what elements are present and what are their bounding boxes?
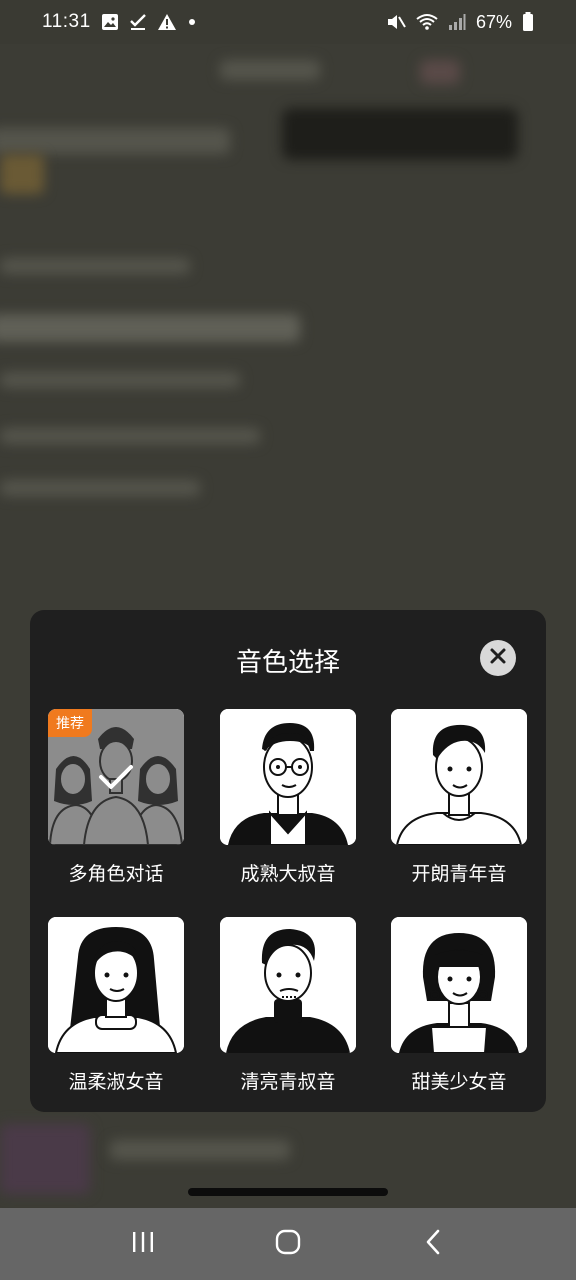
wifi-icon	[416, 13, 438, 31]
warning-icon	[157, 13, 177, 31]
status-left: 11:31	[42, 11, 197, 33]
man-glasses-avatar-illustration	[220, 709, 356, 845]
recommend-badge: 推荐	[48, 709, 92, 737]
background-blur-thumb	[0, 1124, 90, 1194]
close-button[interactable]	[480, 640, 516, 676]
navigation-bar	[0, 1208, 576, 1280]
long-hair-woman-avatar-illustration	[48, 917, 184, 1053]
voice-option-mature-uncle[interactable]: 成熟大叔音	[220, 709, 356, 886]
voice-thumb	[391, 709, 527, 845]
background-blur-line	[0, 428, 260, 444]
home-button[interactable]	[258, 1219, 318, 1269]
voice-option-bright-uncle[interactable]: 清亮青叔音	[220, 917, 356, 1094]
dot-icon	[187, 17, 197, 27]
voice-option-gentle-lady[interactable]: 温柔淑女音	[48, 917, 184, 1094]
voice-option-sweet-girl[interactable]: 甜美少女音	[391, 917, 527, 1094]
voice-label: 成熟大叔音	[240, 863, 336, 885]
home-indicator[interactable]	[188, 1188, 388, 1196]
battery-icon	[522, 12, 534, 32]
status-right: 67%	[386, 12, 534, 33]
voice-option-cheerful-youth[interactable]: 开朗青年音	[391, 709, 527, 886]
voice-option-multi-role[interactable]: 推荐 多角色对话	[48, 709, 184, 886]
recent-apps-button[interactable]	[113, 1219, 173, 1269]
recent-apps-icon	[130, 1230, 156, 1258]
voice-thumb	[220, 917, 356, 1053]
background-blur-line	[0, 480, 200, 496]
image-icon	[101, 13, 119, 31]
signal-icon	[448, 13, 466, 31]
close-icon	[489, 647, 507, 669]
background-blur-icon	[420, 60, 460, 84]
status-bar: 11:31 67%	[0, 0, 576, 44]
status-time: 11:31	[42, 11, 91, 32]
back-icon	[423, 1228, 443, 1260]
background-blur-text	[220, 60, 320, 80]
background-blur-button	[282, 108, 518, 160]
voice-label: 甜美少女音	[411, 1071, 507, 1093]
voice-label: 清亮青叔音	[240, 1071, 336, 1093]
young-man-avatar-illustration	[391, 709, 527, 845]
bob-hair-girl-avatar-illustration	[391, 917, 527, 1053]
background-blur-title	[0, 128, 230, 154]
back-button[interactable]	[403, 1219, 463, 1269]
background-blur-line	[0, 258, 190, 274]
dialog-title: 音色选择	[235, 648, 340, 678]
man-turtleneck-avatar-illustration	[220, 917, 356, 1053]
background-blur-line	[0, 314, 300, 342]
check-icon	[98, 763, 134, 791]
home-icon	[274, 1228, 302, 1260]
voice-label: 多角色对话	[68, 863, 164, 885]
voice-select-dialog: 音色选择 推荐 多角色对话 成熟大叔音 开朗青年音 温柔淑女音 清亮青叔音 甜美…	[30, 610, 546, 1112]
background-blur-avatar	[0, 154, 44, 194]
voice-thumb: 推荐	[48, 709, 184, 845]
check-icon	[129, 13, 147, 31]
voice-label: 开朗青年音	[411, 863, 507, 885]
mute-icon	[386, 13, 406, 31]
background-blur-line	[0, 372, 240, 388]
battery-text: 67%	[475, 11, 512, 32]
background-blur-line	[110, 1140, 290, 1160]
voice-thumb	[220, 709, 356, 845]
voice-label: 温柔淑女音	[68, 1071, 164, 1093]
voice-thumb	[48, 917, 184, 1053]
voice-thumb	[391, 917, 527, 1053]
